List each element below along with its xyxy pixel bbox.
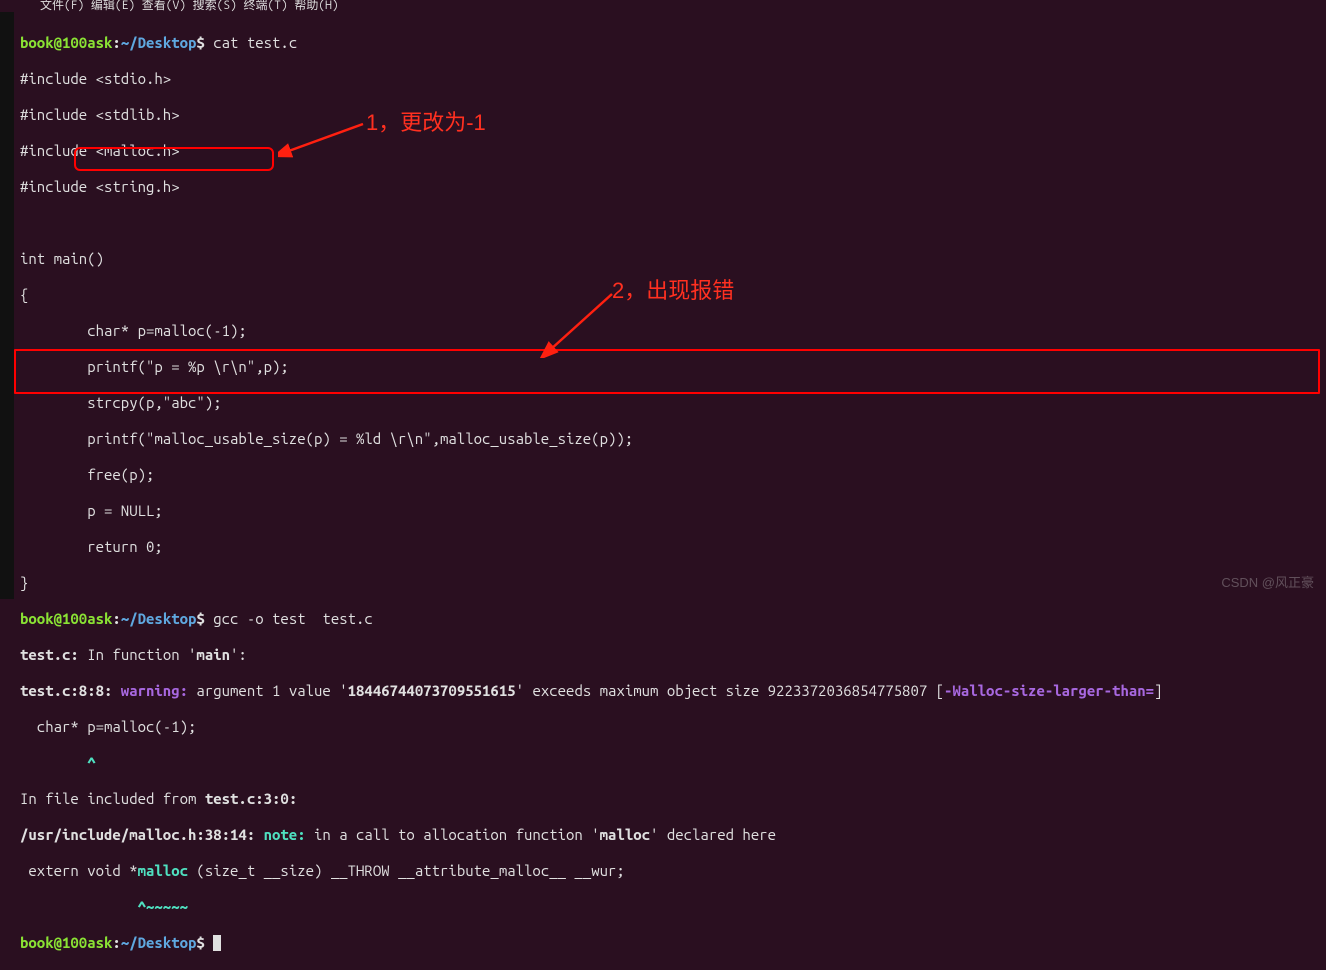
prompt-line: book@100ask:~/Desktop$ gcc -o test test.… — [20, 610, 1322, 628]
note-tag: note: — [255, 826, 305, 843]
command-gcc: gcc -o test test.c — [205, 610, 373, 627]
launcher-sidebar — [0, 12, 14, 599]
cwd-path: ~/Desktop — [121, 34, 197, 51]
source-line: #include <malloc.h> — [20, 142, 1322, 160]
source-line: #include <stdlib.h> — [20, 106, 1322, 124]
watermark: CSDN @风正豪 — [1221, 575, 1314, 591]
compiler-code-quote: char* p=malloc(-1); — [20, 718, 1322, 736]
source-line: strcpy(p,"abc"); — [20, 394, 1322, 412]
source-line: int main() — [20, 250, 1322, 268]
compiler-note: /usr/include/malloc.h:38:14: note: in a … — [20, 826, 1322, 844]
warning-tag: warning: — [112, 682, 188, 699]
terminal-cursor — [213, 935, 221, 951]
source-line-malloc: char* p=malloc(-1); — [20, 322, 1322, 340]
source-line: printf("malloc_usable_size(p) = %ld \r\n… — [20, 430, 1322, 448]
compiler-warning: test.c:8:8: warning: argument 1 value '1… — [20, 682, 1322, 700]
source-line: return 0; — [20, 538, 1322, 556]
compiler-caret: ^~~~~~ — [20, 898, 1322, 916]
compiler-context: test.c: In function 'main': — [20, 646, 1322, 664]
source-line: p = NULL; — [20, 502, 1322, 520]
source-line: } — [20, 574, 1322, 592]
source-line: printf("p = %p \r\n",p); — [20, 358, 1322, 376]
prompt-line: book@100ask:~/Desktop$ — [20, 934, 1322, 952]
compiler-include: In file included from test.c:3:0: — [20, 790, 1322, 808]
command-cat: cat test.c — [205, 34, 297, 51]
source-line: free(p); — [20, 466, 1322, 484]
source-line: { — [20, 286, 1322, 304]
user-host: book@100ask — [20, 34, 112, 51]
compiler-code-quote: extern void *malloc (size_t __size) __TH… — [20, 862, 1322, 880]
compiler-caret: ^ — [20, 754, 1322, 772]
source-line — [20, 214, 1322, 232]
prompt-line: book@100ask:~/Desktop$ cat test.c — [20, 34, 1322, 52]
source-line: #include <stdio.h> — [20, 70, 1322, 88]
terminal-viewport[interactable]: book@100ask:~/Desktop$ cat test.c #inclu… — [14, 12, 1326, 599]
source-line: #include <string.h> — [20, 178, 1322, 196]
window-menubar[interactable]: 文件(F) 编辑(E) 查看(V) 搜索(S) 终端(T) 帮助(H) — [0, 0, 1326, 12]
